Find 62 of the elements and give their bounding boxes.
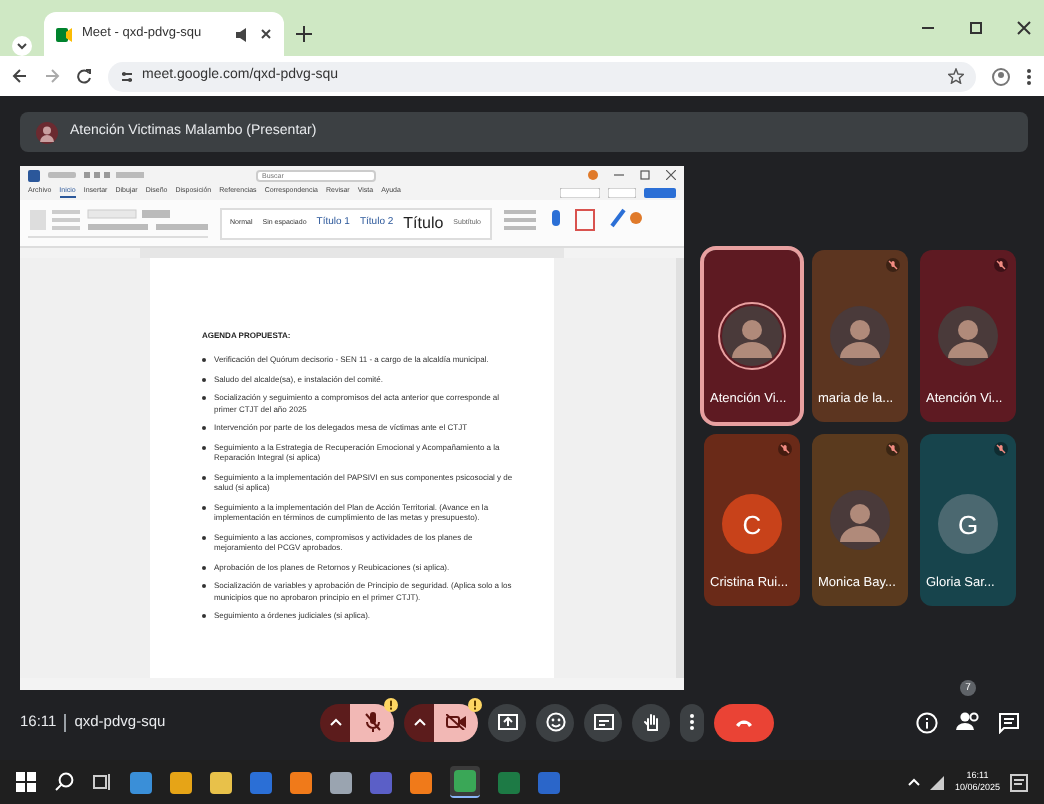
style-option[interactable]: Título <box>403 211 444 235</box>
close-icon[interactable] <box>1016 20 1032 36</box>
present-button[interactable] <box>488 703 526 741</box>
raise-hand-icon <box>641 712 661 732</box>
app-icon[interactable] <box>210 771 232 793</box>
caret-icon <box>413 718 425 726</box>
mic-off-icon <box>363 712 381 732</box>
network-icon[interactable] <box>930 775 945 789</box>
close-icon[interactable] <box>260 28 272 40</box>
app-icon[interactable] <box>330 771 352 793</box>
info-icon[interactable] <box>916 711 938 733</box>
avatar-icon <box>718 302 786 371</box>
avatar-icon <box>826 486 894 555</box>
app-icon[interactable] <box>410 771 432 793</box>
notifications-icon[interactable] <box>1010 773 1028 791</box>
tab-search-icon[interactable] <box>12 36 32 56</box>
close-icon[interactable] <box>666 170 676 180</box>
back-icon[interactable] <box>12 68 28 84</box>
emoji-button[interactable] <box>536 703 574 741</box>
site-settings-icon[interactable] <box>120 69 134 83</box>
avatar-icon <box>826 302 894 371</box>
captions-icon <box>593 712 613 732</box>
profile-icon[interactable] <box>992 67 1010 85</box>
leave-call-button[interactable] <box>714 703 774 741</box>
meet-icon <box>56 27 72 41</box>
app-icon[interactable] <box>170 771 192 793</box>
windows-icon[interactable] <box>16 772 36 792</box>
avatar-icon: G <box>938 494 998 555</box>
alert-icon <box>468 697 482 711</box>
more-options-button[interactable] <box>680 703 704 741</box>
alert-icon <box>384 697 398 711</box>
chevron-icon[interactable] <box>908 778 921 786</box>
toolbar-drawing <box>48 170 148 180</box>
avatar-icon <box>36 121 58 143</box>
avatar-icon <box>934 302 1002 371</box>
options-button[interactable] <box>404 703 434 741</box>
task-view-icon[interactable] <box>92 772 112 792</box>
app-icon[interactable] <box>290 771 312 793</box>
emoji-icon <box>545 712 565 732</box>
camera-off-icon <box>446 714 466 730</box>
maximize-icon[interactable] <box>968 20 984 36</box>
microphone-button[interactable] <box>350 703 394 741</box>
search-icon[interactable] <box>54 772 74 792</box>
raise-hand-button[interactable] <box>632 703 670 741</box>
maximize-icon[interactable] <box>640 170 650 180</box>
avatar-icon: C <box>722 494 782 555</box>
caret-icon <box>329 718 341 726</box>
present-icon <box>497 712 517 732</box>
captions-button[interactable] <box>584 703 622 741</box>
avatar-icon <box>588 170 598 180</box>
options-button[interactable] <box>320 703 350 741</box>
word-icon <box>28 169 40 181</box>
app-icon[interactable] <box>130 771 152 793</box>
share-icon[interactable] <box>644 187 676 197</box>
star-icon[interactable] <box>948 68 964 84</box>
speaker-icon <box>236 27 250 41</box>
chat-icon[interactable] <box>998 711 1020 733</box>
reload-icon[interactable] <box>76 68 92 84</box>
camera-button[interactable] <box>434 703 478 741</box>
people-icon[interactable] <box>956 710 980 733</box>
new-tab-icon[interactable] <box>296 26 312 42</box>
menu-icon[interactable] <box>1026 67 1032 85</box>
